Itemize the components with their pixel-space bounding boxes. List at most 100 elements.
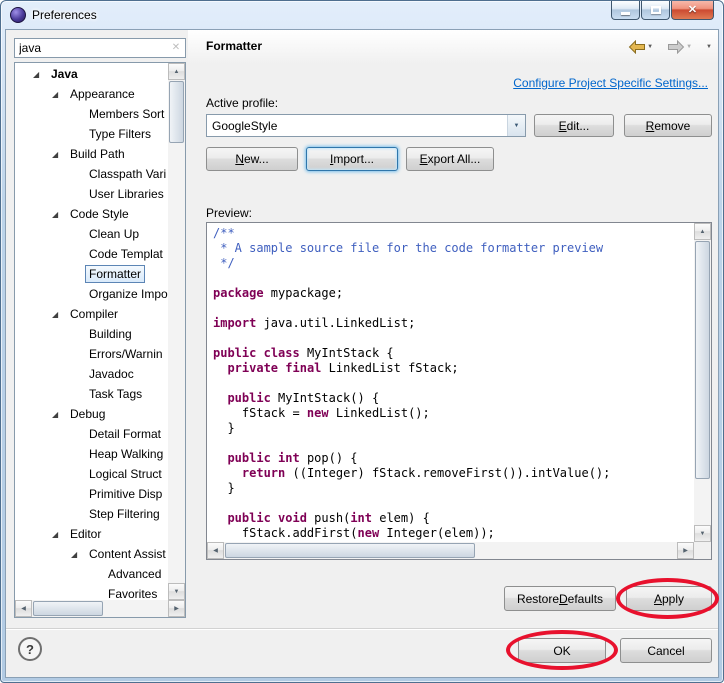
code-line: public void push(int elem) { bbox=[227, 511, 430, 525]
expander-icon[interactable]: ◢ bbox=[50, 90, 66, 99]
tree-horizontal-scrollbar[interactable]: ◀ ▶ bbox=[15, 600, 185, 617]
scroll-down-icon[interactable]: ▼ bbox=[168, 583, 185, 600]
tree-item-building[interactable]: Building bbox=[15, 324, 168, 344]
combo-dropdown-icon[interactable]: ▼ bbox=[507, 115, 525, 136]
expander-icon[interactable]: ◢ bbox=[69, 550, 85, 559]
preview-horizontal-scrollbar[interactable]: ◀ ▶ bbox=[207, 542, 694, 559]
preferences-window: Preferences ✕ ✕ ◢ Java ◢ Appearance Members … bbox=[0, 0, 724, 683]
expander-icon[interactable]: ◢ bbox=[50, 150, 66, 159]
tree-item-classpath-vari[interactable]: Classpath Vari bbox=[15, 164, 168, 184]
export-all-button[interactable]: Export All... bbox=[406, 147, 494, 171]
forward-button[interactable]: ▼ bbox=[667, 40, 692, 54]
tree-item-editor[interactable]: ◢ Editor bbox=[15, 524, 168, 544]
code-preview-text: /** * A sample source file for the code … bbox=[207, 223, 694, 542]
tree-item-members-sort[interactable]: Members Sort bbox=[15, 104, 168, 124]
back-menu-icon[interactable]: ▼ bbox=[647, 44, 653, 50]
scroll-right-icon[interactable]: ▶ bbox=[168, 600, 185, 617]
tree-item-task-tags[interactable]: Task Tags bbox=[15, 384, 168, 404]
preview-vertical-scrollbar[interactable]: ▲ ▼ bbox=[694, 223, 711, 542]
window-title: Preferences bbox=[32, 8, 97, 22]
tree-item-heap-walking[interactable]: Heap Walking bbox=[15, 444, 168, 464]
forward-menu-icon[interactable]: ▼ bbox=[686, 44, 692, 50]
close-button[interactable]: ✕ bbox=[671, 1, 714, 20]
tree-item-appearance[interactable]: ◢ Appearance bbox=[15, 84, 168, 104]
tree-item-advanced[interactable]: Advanced bbox=[15, 564, 168, 584]
code-line: * A sample source file for the code form… bbox=[213, 241, 604, 255]
apply-button[interactable]: Apply bbox=[626, 586, 712, 611]
preview-label: Preview: bbox=[206, 206, 253, 220]
tree-item-compiler[interactable]: ◢ Compiler bbox=[15, 304, 168, 324]
expander-icon[interactable]: ◢ bbox=[31, 70, 47, 79]
forward-arrow-icon bbox=[668, 40, 685, 54]
scroll-up-icon[interactable]: ▲ bbox=[168, 63, 185, 80]
expander-icon[interactable]: ◢ bbox=[50, 410, 66, 419]
tree-item-detail-format[interactable]: Detail Format bbox=[15, 424, 168, 444]
import-button[interactable]: Import... bbox=[306, 147, 398, 171]
preview-hscroll-thumb[interactable] bbox=[225, 543, 475, 558]
restore-defaults-button[interactable]: Restore Defaults bbox=[504, 586, 616, 611]
tree-item-build-path[interactable]: ◢ Build Path bbox=[15, 144, 168, 164]
tree-item-label: Editor bbox=[70, 527, 102, 541]
close-icon: ✕ bbox=[687, 3, 698, 16]
preview-vscroll-thumb[interactable] bbox=[695, 241, 710, 479]
filter-search-input[interactable] bbox=[14, 38, 186, 58]
scroll-down-icon[interactable]: ▼ bbox=[694, 525, 711, 542]
scroll-left-icon[interactable]: ◀ bbox=[207, 542, 224, 559]
help-button[interactable]: ? bbox=[18, 637, 42, 661]
scroll-right-icon[interactable]: ▶ bbox=[677, 542, 694, 559]
tree-item-organize-impo[interactable]: Organize Impo bbox=[15, 284, 168, 304]
view-menu-icon[interactable]: ▼ bbox=[706, 44, 712, 50]
edit-button[interactable]: Edit... bbox=[534, 114, 614, 137]
code-line: return ((Integer) fStack.removeFirst()).… bbox=[241, 466, 611, 480]
expander-icon[interactable]: ◢ bbox=[50, 530, 66, 539]
tree-item-debug[interactable]: ◢ Debug bbox=[15, 404, 168, 424]
tree-item-clean-up[interactable]: Clean Up bbox=[15, 224, 168, 244]
tree-item-label: Classpath Vari bbox=[89, 167, 167, 181]
code-line: public MyIntStack() { bbox=[227, 391, 380, 405]
minimize-button[interactable] bbox=[611, 1, 640, 20]
tree-item-primitive-disp[interactable]: Primitive Disp bbox=[15, 484, 168, 504]
tree-item-code-templat[interactable]: Code Templat bbox=[15, 244, 168, 264]
tree-item-code-style[interactable]: ◢ Code Style bbox=[15, 204, 168, 224]
scroll-left-icon[interactable]: ◀ bbox=[15, 600, 32, 617]
tree-vertical-scrollbar[interactable]: ▲ ▼ bbox=[168, 63, 185, 600]
tree-item-user-libraries[interactable]: User Libraries bbox=[15, 184, 168, 204]
maximize-button[interactable] bbox=[641, 1, 670, 20]
tree-item-label: Formatter bbox=[85, 265, 146, 283]
remove-button[interactable]: Remove bbox=[624, 114, 712, 137]
back-button[interactable]: ▼ bbox=[628, 40, 653, 54]
tree-item-formatter[interactable]: Formatter bbox=[15, 264, 168, 284]
tree-item-javadoc[interactable]: Javadoc bbox=[15, 364, 168, 384]
tree-item-label: Code Templat bbox=[89, 247, 163, 261]
tree-vscroll-thumb[interactable] bbox=[169, 81, 184, 143]
tree-item-favorites[interactable]: Favorites bbox=[15, 584, 168, 600]
title-bar[interactable]: Preferences ✕ bbox=[1, 1, 723, 29]
profile-combobox[interactable]: GoogleStyle ▼ bbox=[206, 114, 526, 137]
scroll-up-icon[interactable]: ▲ bbox=[694, 223, 711, 240]
tree-item-label: Type Filters bbox=[89, 127, 152, 141]
tree-item-type-filters[interactable]: Type Filters bbox=[15, 124, 168, 144]
tree-item-errors-warnin[interactable]: Errors/Warnin bbox=[15, 344, 168, 364]
clear-filter-icon[interactable]: ✕ bbox=[169, 41, 183, 55]
code-line: */ bbox=[213, 256, 235, 270]
expander-icon[interactable]: ◢ bbox=[50, 210, 66, 219]
tree-item-label: Step Filtering bbox=[89, 507, 160, 521]
tree-hscroll-thumb[interactable] bbox=[33, 601, 103, 616]
code-line: public class MyIntStack { bbox=[213, 346, 394, 360]
ok-button[interactable]: OK bbox=[518, 638, 606, 663]
configure-project-settings-link[interactable]: Configure Project Specific Settings... bbox=[513, 76, 708, 90]
tree-item-label: Code Style bbox=[70, 207, 129, 221]
new-button[interactable]: New... bbox=[206, 147, 298, 171]
tree-item-label: Primitive Disp bbox=[89, 487, 163, 501]
maximize-icon bbox=[650, 6, 661, 14]
expander-icon[interactable]: ◢ bbox=[50, 310, 66, 319]
tree-item-java[interactable]: ◢ Java bbox=[15, 64, 168, 84]
tree-item-label: User Libraries bbox=[89, 187, 164, 201]
cancel-button[interactable]: Cancel bbox=[620, 638, 712, 663]
tree-item-step-filtering[interactable]: Step Filtering bbox=[15, 504, 168, 524]
tree-item-content-assist[interactable]: ◢ Content Assist bbox=[15, 544, 168, 564]
footer-separator bbox=[6, 628, 718, 630]
tree-item-logical-struct[interactable]: Logical Struct bbox=[15, 464, 168, 484]
code-line: fStack.addFirst(new Integer(elem)); bbox=[213, 526, 495, 540]
